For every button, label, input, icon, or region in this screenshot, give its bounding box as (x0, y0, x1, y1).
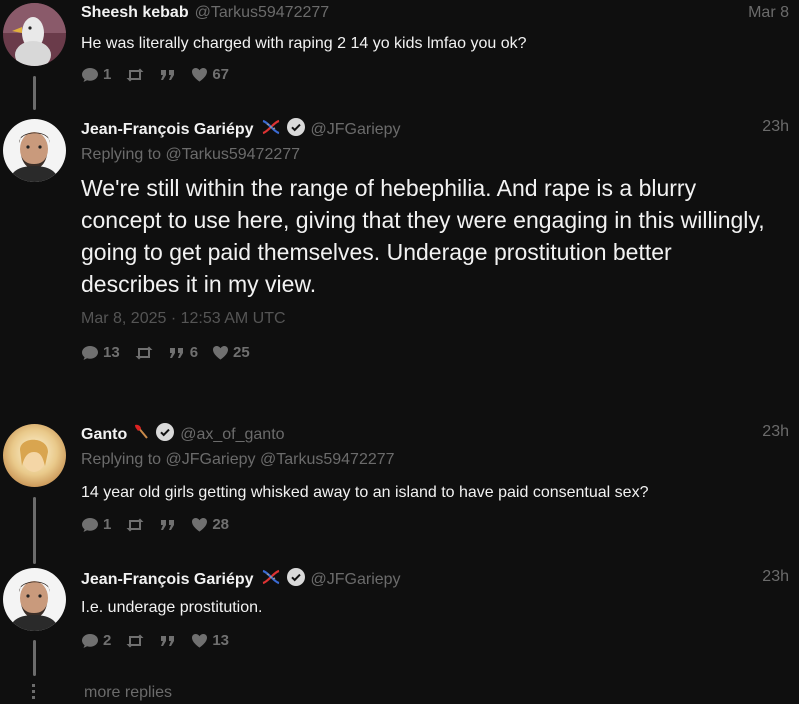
reply-count: 1 (103, 66, 112, 83)
reply-count: 1 (103, 516, 112, 533)
quote-icon (159, 68, 177, 82)
timestamp[interactable]: Mar 8 (748, 4, 789, 22)
quote-count: 6 (189, 344, 199, 361)
quote-icon (159, 518, 177, 532)
more-replies-link[interactable]: more replies (84, 684, 172, 702)
retweet-icon (125, 518, 145, 532)
tweet-stats: 13 6 25 (81, 344, 264, 361)
verified-icon (156, 423, 175, 446)
heart-icon (191, 517, 208, 532)
retweet-stat[interactable] (125, 518, 145, 532)
tweet-stats: 1 67 (81, 66, 243, 83)
quote-stat[interactable] (159, 518, 177, 532)
tweet-header: Sheesh kebab @Tarkus59472277 (81, 4, 329, 22)
quote-stat[interactable]: 6 (168, 344, 198, 361)
like-count: 25 (233, 344, 250, 361)
quote-stat[interactable] (159, 634, 177, 648)
retweet-icon (134, 346, 154, 360)
display-name[interactable]: Jean-François Gariépy (81, 571, 254, 589)
like-stat[interactable]: 13 (191, 632, 229, 649)
thread-line (33, 640, 36, 676)
user-handle[interactable]: @JFGariepy (311, 571, 401, 589)
avatar[interactable] (3, 424, 66, 487)
tweet-text: We're still within the range of hebephil… (81, 175, 765, 297)
avatar[interactable] (3, 568, 66, 631)
thread-line (33, 497, 36, 564)
like-stat[interactable]: 67 (191, 66, 229, 83)
comment-icon (81, 517, 99, 533)
quote-stat[interactable] (159, 68, 177, 82)
tweet-text: He was literally charged with raping 2 1… (81, 35, 527, 52)
tweet-sheesh: Sheesh kebab @Tarkus59472277 Mar 8 He wa… (0, 0, 799, 110)
reply-stat[interactable]: 13 (81, 344, 120, 361)
timestamp[interactable]: 23h (762, 568, 789, 586)
timestamp[interactable]: 23h (762, 118, 789, 136)
like-count: 28 (212, 516, 230, 533)
user-handle[interactable]: @JFGariepy (311, 121, 401, 139)
comment-icon (81, 633, 99, 649)
tweet-header: Jean-François Gariépy @JFGariepy (81, 118, 401, 141)
heart-icon (212, 345, 229, 360)
tweet-ganto: Ganto @ax_of_ganto 23h Replying to @JFGa… (0, 412, 799, 564)
replying-to[interactable]: Replying to @Tarkus59472277 (81, 146, 300, 164)
tweet-text: 14 year old girls getting whisked away t… (81, 484, 649, 501)
quote-icon (159, 634, 177, 648)
user-handle[interactable]: @ax_of_ganto (180, 426, 284, 444)
tweet-header: Ganto @ax_of_ganto (81, 423, 285, 446)
retweet-stat[interactable] (125, 68, 145, 82)
dna-icon (260, 568, 282, 591)
tweet-text: I.e. underage prostitution. (81, 599, 263, 616)
reply-stat[interactable]: 1 (81, 516, 111, 533)
replying-to[interactable]: Replying to @JFGariepy @Tarkus59472277 (81, 451, 395, 469)
verified-icon (286, 568, 305, 591)
tweet-date[interactable]: Mar 8, 2025 · 12:53 AM UTC (81, 310, 286, 328)
like-count: 13 (212, 632, 230, 649)
tweet-jfg-main: Jean-François Gariépy @JFGariepy 23h Rep… (0, 110, 799, 390)
verified-icon (286, 118, 305, 141)
comment-icon (81, 345, 99, 361)
display-name[interactable]: Ganto (81, 426, 127, 444)
comment-icon (81, 67, 99, 83)
dna-icon (260, 118, 282, 141)
heart-icon (191, 633, 208, 648)
thread-dots (32, 684, 36, 702)
tweet-jfg-reply: Jean-François Gariépy @JFGariepy 23h I.e… (0, 564, 799, 684)
tweet-stats: 2 13 (81, 632, 243, 649)
avatar[interactable] (3, 3, 66, 66)
avatar[interactable] (3, 119, 66, 182)
display-name[interactable]: Sheesh kebab (81, 4, 189, 22)
user-handle[interactable]: @Tarkus59472277 (195, 4, 330, 22)
reply-count: 13 (103, 344, 120, 361)
like-count: 67 (212, 66, 230, 83)
thread-line (33, 76, 36, 110)
heart-icon (191, 67, 208, 82)
retweet-stat[interactable] (125, 634, 145, 648)
reply-stat[interactable]: 1 (81, 66, 111, 83)
retweet-icon (125, 634, 145, 648)
reply-stat[interactable]: 2 (81, 632, 111, 649)
axe-icon (133, 423, 151, 446)
display-name[interactable]: Jean-François Gariépy (81, 121, 254, 139)
quote-icon (168, 346, 186, 360)
like-stat[interactable]: 28 (191, 516, 229, 533)
retweet-stat[interactable] (134, 346, 154, 360)
reply-count: 2 (103, 632, 112, 649)
tweet-stats: 1 28 (81, 516, 243, 533)
retweet-icon (125, 68, 145, 82)
timestamp[interactable]: 23h (762, 423, 789, 441)
like-stat[interactable]: 25 (212, 344, 250, 361)
tweet-header: Jean-François Gariépy @JFGariepy (81, 568, 401, 591)
